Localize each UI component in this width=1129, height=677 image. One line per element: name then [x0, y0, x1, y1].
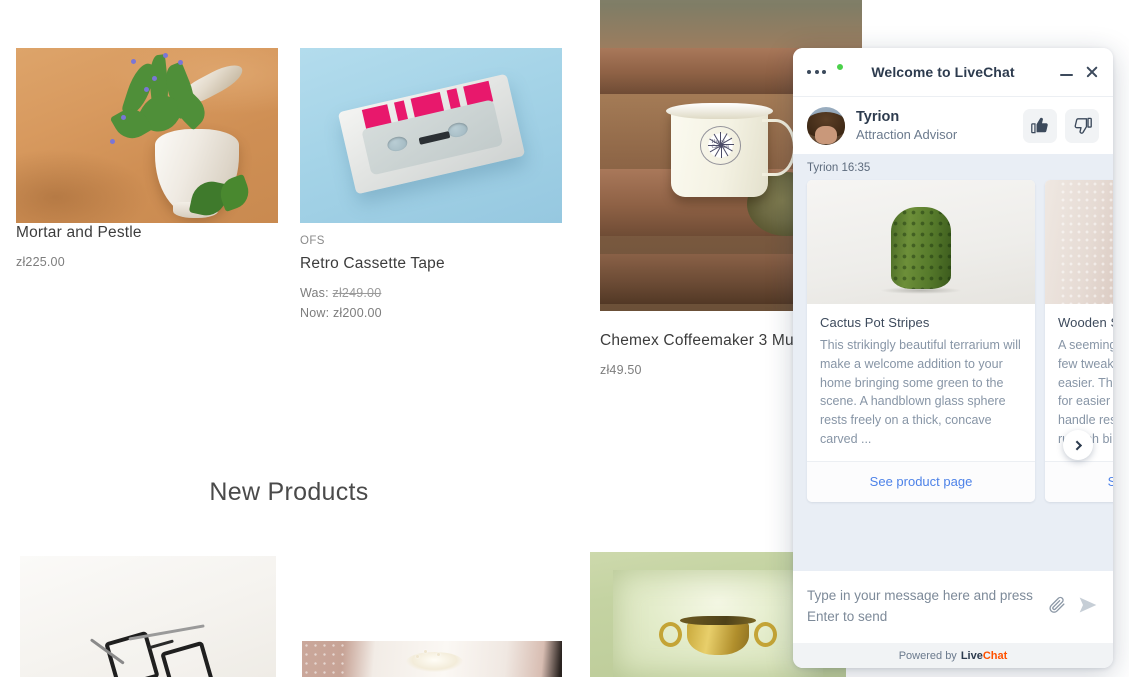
avatar [807, 106, 845, 145]
message-compose-bar [793, 571, 1113, 643]
card-image-wooden-spoon[interactable] [1045, 180, 1113, 304]
flower-dot [178, 60, 184, 66]
message-input[interactable] [807, 586, 1038, 628]
livechat-brand[interactable]: LiveChat [961, 650, 1007, 662]
card-description: This strikingly beautiful terrarium will… [820, 338, 1021, 446]
cactus-shape [891, 207, 951, 290]
close-icon[interactable] [1085, 65, 1099, 79]
mug-logo-happy-campers: Happy Campers [699, 125, 742, 166]
livechat-titlebar: Welcome to LiveChat [793, 48, 1113, 96]
footer-prefix: Powered by [898, 649, 957, 662]
paperclip-icon[interactable] [1048, 594, 1067, 620]
rating-buttons [1023, 108, 1099, 143]
product-now-price: Now: zł200.00 [300, 306, 562, 320]
flower-dot [162, 53, 168, 59]
agent-name: Tyrion [856, 108, 900, 125]
was-value: zł249.00 [332, 286, 382, 301]
agent-role: Attraction Advisor [856, 126, 958, 142]
product-was-price: Was: zł249.00 [300, 286, 562, 300]
trophy-lid [679, 615, 757, 625]
new-product-card-2[interactable] [302, 641, 562, 677]
trophy-cup [687, 622, 749, 655]
fabric-dot-pattern [1058, 180, 1113, 304]
cactus-texture [891, 207, 951, 290]
trophy-handle [753, 622, 777, 647]
brand-live: Live [960, 649, 983, 662]
product-price: zł225.00 [16, 255, 65, 270]
cactus-shadow [879, 286, 963, 295]
cassette-body-shape [337, 73, 525, 195]
new-product-card-1[interactable] [20, 556, 276, 677]
see-product-page-link[interactable]: See product page [870, 474, 973, 489]
carousel-card[interactable]: Cactus Pot Stripes This strikingly beaut… [807, 180, 1035, 502]
chat-message-area: Tyrion 16:35 Cactus Pot Stripes This str… [793, 154, 1113, 571]
flower-dot [131, 58, 137, 64]
more-horizontal-icon[interactable] [807, 70, 826, 74]
card-footer: See product page [1045, 460, 1113, 502]
page-root: Mortar and Pestle zł225.00 OFS Retro Cas… [0, 0, 1129, 677]
mug-handle [762, 118, 797, 176]
product-image-eyeglasses[interactable] [20, 556, 276, 677]
livechat-title: Welcome to LiveChat [871, 64, 1015, 80]
chevron-right-icon[interactable] [1063, 430, 1093, 460]
card-title: Cactus Pot Stripes [820, 315, 930, 330]
now-value: zł200.00 [332, 306, 382, 321]
cassette-hub [385, 134, 409, 154]
flower-dot [110, 139, 116, 144]
livechat-widget[interactable]: Welcome to LiveChat Tyrion Attraction Ad… [793, 48, 1113, 668]
send-icon[interactable] [1077, 595, 1099, 620]
trophy-handle [659, 622, 683, 647]
product-brand: OFS [300, 235, 325, 247]
dress-dot-pattern [302, 641, 349, 677]
now-label: Now: [300, 306, 330, 321]
dress-bead [424, 649, 428, 653]
message-meta: Tyrion 16:35 [807, 162, 871, 174]
flower-dot [120, 114, 126, 120]
thumbs-down-icon[interactable] [1065, 108, 1099, 143]
agent-info: Tyrion Attraction Advisor [856, 108, 1023, 144]
mug-rim [665, 102, 773, 119]
window-buttons [1060, 65, 1099, 79]
card-title: Wooden Spoon [1058, 315, 1113, 330]
glasses-bridge [148, 639, 174, 650]
card-footer: See product page [807, 460, 1035, 502]
online-status-dot [835, 62, 845, 72]
product-image-mortar-and-pestle[interactable] [16, 48, 278, 223]
dress-bead [437, 652, 441, 656]
livechat-footer: Powered by LiveChat [793, 643, 1113, 668]
agent-bar: Tyrion Attraction Advisor [793, 62, 1113, 154]
product-image-retro-cassette-tape[interactable] [300, 48, 562, 223]
minimize-icon[interactable] [1060, 74, 1073, 76]
avatar-face [815, 126, 837, 145]
product-card-2[interactable]: OFS Retro Cassette Tape Was: zł249.00 No… [300, 48, 562, 320]
card-body: Cactus Pot Stripes This strikingly beaut… [807, 304, 1035, 461]
cassette-tape-strip [417, 130, 450, 145]
section-title-new-products: New Products [209, 478, 369, 506]
product-card-1[interactable]: Mortar and Pestle zł225.00 [16, 48, 278, 269]
was-label: Was: [300, 286, 329, 301]
product-name[interactable]: Mortar and Pestle [16, 223, 278, 243]
dress-lace-detail [406, 651, 464, 672]
see-product-page-link[interactable]: See product page [1108, 474, 1113, 489]
thumbs-up-icon[interactable] [1023, 108, 1057, 143]
glasses-lens [160, 640, 216, 677]
flower-dot [144, 86, 150, 92]
product-image-lace-dress[interactable] [302, 641, 562, 677]
brand-chat: Chat [982, 649, 1008, 662]
product-name[interactable]: Retro Cassette Tape [300, 254, 562, 274]
card-image-cactus[interactable] [807, 180, 1035, 304]
